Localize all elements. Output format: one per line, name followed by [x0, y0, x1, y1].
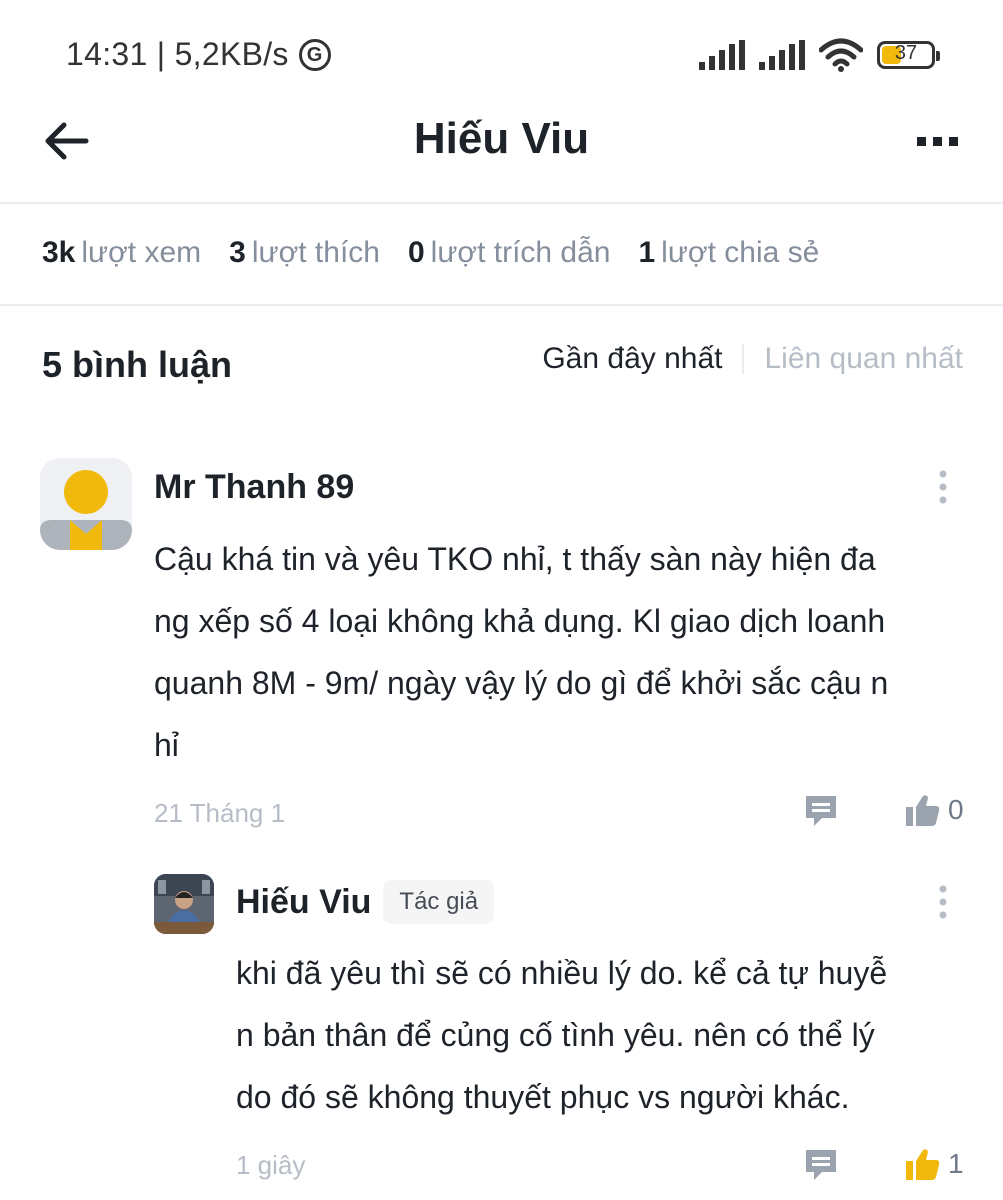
reply-icon[interactable] [804, 1148, 838, 1182]
comment-count: 5 bình luận [42, 344, 233, 385]
sort-toggle: Gần đây nhất Liên quan nhất [542, 342, 963, 376]
signal-icon-2 [759, 40, 805, 70]
stat-label: lượt xem [81, 236, 202, 269]
stats-divider [0, 304, 1003, 306]
comment-menu-icon[interactable] [938, 885, 948, 919]
battery-icon: 37 [877, 41, 940, 69]
stat-label: lượt trích dẫn [430, 236, 611, 269]
comment-text: khi đã yêu thì sẽ có nhiều lý do. kể cả … [236, 942, 976, 1128]
wifi-icon [819, 38, 863, 72]
reply-icon[interactable] [804, 794, 838, 828]
signal-icon [699, 40, 745, 70]
stat-views: 3k lượt xem [42, 236, 201, 270]
comment-menu-icon[interactable] [938, 470, 948, 504]
stat-likes: 3 lượt thích [229, 236, 380, 270]
stat-value: 1 [638, 236, 656, 269]
stat-label: lượt thích [251, 236, 380, 269]
header-divider [0, 202, 1003, 204]
comment-text-line: khi đã yêu thì sẽ có nhiều lý do. kể cả … [236, 955, 888, 991]
comment-text: Cậu khá tin và yêu TKO nhỉ, t thấy sàn n… [154, 528, 974, 776]
like-count: 0 [948, 794, 964, 825]
like-count: 1 [948, 1148, 964, 1179]
more-options-icon[interactable] [917, 126, 959, 156]
like-button[interactable]: 1 [906, 1148, 964, 1180]
comment-text-line: hỉ [154, 727, 179, 763]
comment-text-line: ng xếp số 4 loại không khả dụng. Kl giao… [154, 603, 886, 639]
stat-value: 0 [407, 236, 425, 269]
post-stats: 3k lượt xem 3 lượt thích 0 lượt trích dẫn 1… [42, 236, 819, 270]
comment-time: 1 giây [236, 1150, 306, 1180]
sort-recent-tab[interactable]: Gần đây nhất [542, 342, 722, 376]
status-icons: 37 [699, 38, 940, 72]
battery-tip [936, 51, 940, 61]
stat-quotes: 0 lượt trích dẫn [408, 236, 611, 270]
sort-separator [742, 344, 745, 374]
like-button[interactable]: 0 [906, 794, 964, 826]
thumbs-up-icon [906, 795, 940, 826]
comment-text-line: n bản thân để củng cố tình yêu. nên có t… [236, 1017, 875, 1053]
comment-time: 21 Tháng 1 [154, 798, 286, 828]
stat-shares: 1 lượt chia sẻ [638, 236, 819, 270]
author-badge: Tác giả [383, 880, 495, 924]
default-avatar-icon [40, 458, 132, 550]
stat-value: 3k [42, 236, 76, 269]
comment-text-line: do đó sẽ không thuyết phục vs người khác… [236, 1079, 850, 1115]
page-title: Hiếu Viu [413, 114, 590, 163]
status-time-text: 14:31 | 5,2KB/s [66, 36, 289, 72]
comment-text-line: quanh 8M - 9m/ ngày vậy lý do gì để khởi… [154, 665, 889, 701]
battery-level: 37 [894, 42, 918, 64]
sort-relevant-tab[interactable]: Liên quan nhất [764, 342, 963, 376]
author-photo [154, 874, 214, 934]
thumbs-up-icon [906, 1149, 940, 1180]
comment-author[interactable]: Mr Thanh 89 [154, 468, 354, 507]
comment-text-line: Cậu khá tin và yêu TKO nhỉ, t thấy sàn n… [154, 541, 876, 577]
status-time-speed: 14:31 | 5,2KB/s G [66, 36, 331, 73]
reply-header: Hiếu Viu Tác giả [236, 880, 495, 924]
stat-label: lượt chia sẻ [661, 236, 820, 269]
comment-author[interactable]: Hiếu Viu [236, 883, 371, 922]
avatar[interactable] [154, 874, 214, 934]
stat-value: 3 [229, 236, 246, 269]
avatar[interactable] [40, 458, 132, 550]
g-circle-icon: G [298, 38, 331, 71]
